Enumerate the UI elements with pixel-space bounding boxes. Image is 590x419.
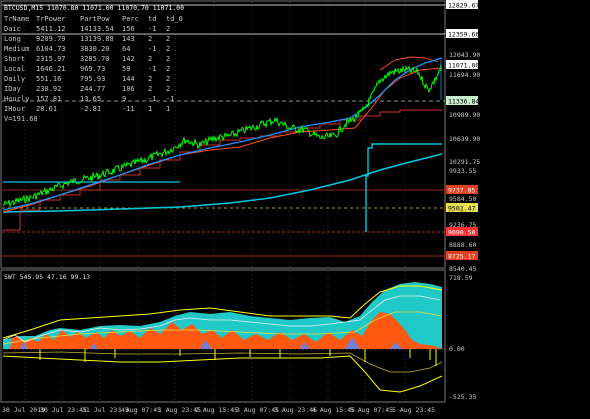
price-label: 8725.17 xyxy=(448,253,475,261)
table-cell: 3285.70 xyxy=(80,55,110,63)
table-cell: IHour xyxy=(4,105,25,113)
table-cell: Short xyxy=(4,55,25,63)
time-label: 3 Aug 23:45 xyxy=(274,406,317,414)
price-label: 12829.67 xyxy=(448,2,479,10)
time-label: 2 Aug 15:45 xyxy=(195,406,238,414)
price-label: 9737.85 xyxy=(448,187,475,195)
table-cell: 2 xyxy=(148,55,152,63)
table-cell: -1 xyxy=(148,45,156,53)
swt-title: SWT 545.95 47.16 99.13 xyxy=(4,273,90,281)
table-cell: 5411.12 xyxy=(36,25,66,33)
time-label: 1 Aug 07:45 xyxy=(118,406,161,414)
price-tick: 8888.60 xyxy=(449,241,476,249)
time-label: 4 Aug 15:45 xyxy=(312,406,355,414)
table-cell: 143 xyxy=(122,35,135,43)
table-cell: 13139.88 xyxy=(80,35,114,43)
time-label: 30 Jul 23:45 xyxy=(40,406,87,414)
swt-axis: 718.59 0.00 -525.35 xyxy=(449,274,476,401)
table-cell: 2 xyxy=(148,75,152,83)
table-cell: -2.81 xyxy=(80,105,101,113)
table-cell: 2 xyxy=(166,65,170,73)
table-cell: 1 xyxy=(166,105,170,113)
table-cell: 64 xyxy=(122,45,130,53)
table-cell: 3830.20 xyxy=(80,45,110,53)
table-cell: 2 xyxy=(166,85,170,93)
table-cell: 2 xyxy=(148,85,152,93)
table-header-5: td_0 xyxy=(166,15,183,23)
time-label: 5 Aug 23:45 xyxy=(392,406,435,414)
price-axis: 12043.90 11694.90 10989.90 10639.90 10291.75… xyxy=(449,51,480,273)
time-label: 30 Jul 2019 xyxy=(2,406,45,414)
table-cell: 28.61 xyxy=(36,105,57,113)
price-label: 11336.84 xyxy=(448,98,479,106)
table-cell: -1 xyxy=(166,95,174,103)
main-chart-frame xyxy=(0,0,446,269)
table-cell: 244.77 xyxy=(80,85,105,93)
table-header-0: TrName xyxy=(4,15,29,23)
swt-tick-zero: 0.00 xyxy=(449,345,465,353)
swt-tick-bottom: -525.35 xyxy=(449,393,476,401)
price-tick: 11694.90 xyxy=(449,71,480,79)
chart-title: BTCUSD,M15 11070.80 11071.00 11070.70 11… xyxy=(4,4,184,12)
table-cell: 1646.21 xyxy=(36,65,66,73)
table-cell: 2 xyxy=(166,75,170,83)
table-cell: Daily xyxy=(4,75,25,83)
table-cell: 2315.97 xyxy=(36,55,66,63)
table-cell: 2 xyxy=(166,25,170,33)
table-cell: 106 xyxy=(122,85,135,93)
price-tick: 10639.90 xyxy=(449,135,480,143)
table-cell: 157.81 xyxy=(36,95,61,103)
price-label: 9502.47 xyxy=(448,205,475,213)
table-cell: 59 xyxy=(122,65,130,73)
table-cell: IDay xyxy=(4,85,21,93)
table-cell: 14133.54 xyxy=(80,25,114,33)
time-axis: 30 Jul 201930 Jul 23:4531 Jul 23:451 Aug… xyxy=(2,406,435,414)
table-cell: -1 xyxy=(148,65,156,73)
table-cell: 2 xyxy=(148,35,152,43)
volume-line-label: V=191.68 xyxy=(4,115,38,123)
table-cell: -11 xyxy=(122,105,135,113)
table-cell: 2 xyxy=(166,35,170,43)
table-cell: 9209.79 xyxy=(36,35,66,43)
price-label: 11071.00 xyxy=(448,62,479,70)
table-cell: 969.73 xyxy=(80,65,105,73)
table-cell: 1 xyxy=(148,105,152,113)
price-tick: 12043.90 xyxy=(449,51,480,59)
table-cell: Local xyxy=(4,65,25,73)
table-cell: Hourly xyxy=(4,95,29,103)
table-cell: 9 xyxy=(122,95,126,103)
time-label: 3 Aug 07:45 xyxy=(236,406,279,414)
time-label: 5 Aug 07:45 xyxy=(350,406,393,414)
price-tick: 10291.75 xyxy=(449,158,480,166)
price-tick: 10989.90 xyxy=(449,111,480,119)
price-label: 9090.50 xyxy=(448,229,475,237)
table-cell: Daic xyxy=(4,25,21,33)
table-cell: 144 xyxy=(122,75,135,83)
table-cell: 551.16 xyxy=(36,75,61,83)
table-cell: 230.92 xyxy=(36,85,61,93)
table-cell: Medium xyxy=(4,45,29,53)
table-cell: 2 xyxy=(166,55,170,63)
trading-chart[interactable]: BTCUSD,M15 11070.80 11071.00 11070.70 11… xyxy=(0,0,590,419)
table-header-1: TrPower xyxy=(36,15,66,23)
price-tick: 9584.50 xyxy=(449,195,476,203)
table-cell: Long xyxy=(4,35,21,43)
table-header-2: PartPow xyxy=(80,15,110,23)
price-tick: 8540.45 xyxy=(449,265,476,273)
table-cell: 13.65 xyxy=(80,95,101,103)
table-cell: -1 xyxy=(148,25,156,33)
price-tick: 9933.55 xyxy=(449,167,476,175)
table-cell: 795.93 xyxy=(80,75,105,83)
price-label: 12359.66 xyxy=(448,31,479,39)
table-cell: 142 xyxy=(122,55,135,63)
table-cell: -1 xyxy=(148,95,156,103)
swt-tick-top: 718.59 xyxy=(449,274,473,282)
table-header-3: Perc xyxy=(122,15,139,23)
table-header-4: td xyxy=(148,15,156,23)
table-cell: 156 xyxy=(122,25,135,33)
table-cell: 6104.73 xyxy=(36,45,66,53)
table-cell: 2 xyxy=(166,45,170,53)
